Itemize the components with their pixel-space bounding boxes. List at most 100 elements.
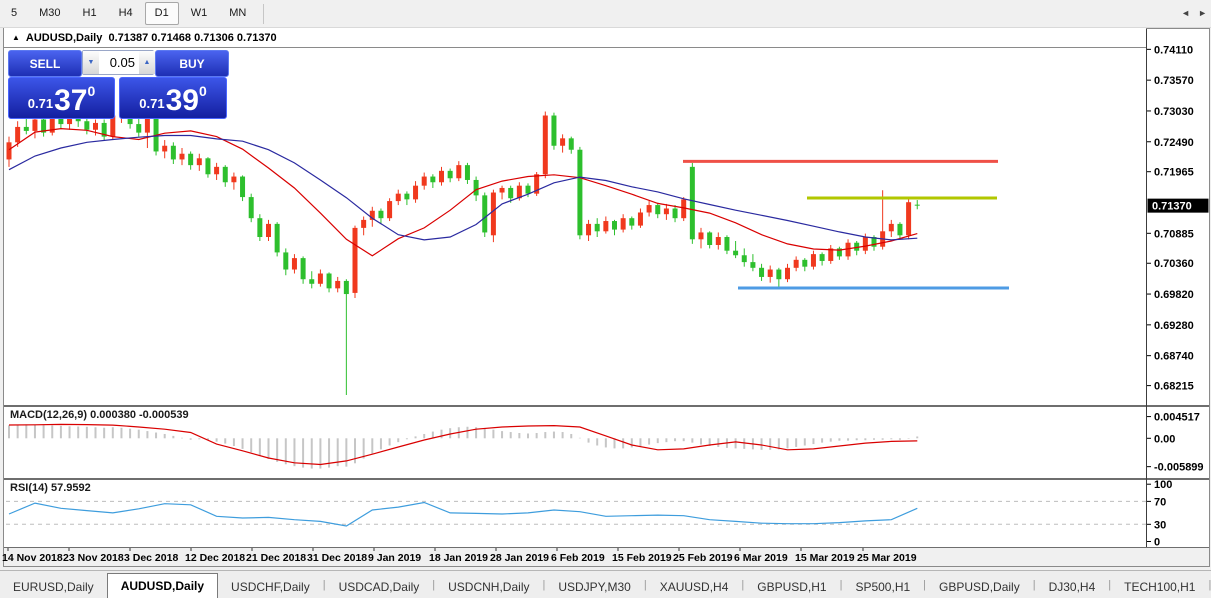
date-axis-label: 14 Nov 2018 [2, 552, 63, 564]
candle [170, 145, 176, 160]
chart-tab-xauusd-h4[interactable]: XAUUSD,H4 [647, 576, 742, 598]
chart-ohlc-values: 0.71387 0.71468 0.71306 0.71370 [108, 31, 277, 44]
candle [205, 158, 211, 175]
candle [750, 262, 756, 268]
candle [914, 204, 920, 206]
candle [395, 193, 401, 202]
sell-price-pipette: 0 [87, 83, 96, 99]
volume-stepper: ▼ ▲ [82, 50, 155, 75]
candle [291, 258, 297, 270]
timeframe-toolbar: 5 M30 H1 H4 D1 W1 MN [0, 0, 1211, 28]
candle [6, 142, 12, 160]
chart-tab-tech100-h1[interactable]: TECH100,H1 [1111, 576, 1208, 598]
candle [309, 279, 315, 284]
timeframe-button-5[interactable]: 5 [1, 2, 27, 25]
candle [361, 219, 367, 228]
chart-tab-audusd-daily[interactable]: AUDUSD,Daily [106, 573, 219, 598]
candle [326, 273, 332, 289]
tab-scroll-right-icon[interactable]: ► [1198, 8, 1207, 18]
buy-button[interactable]: BUY [155, 50, 229, 77]
chart-tab-sp500-h1[interactable]: SP500,H1 [842, 576, 923, 598]
rsi-axis-label: 70 [1154, 496, 1166, 508]
chart-title-row: ▲ AUDUSD,Daily 0.71387 0.71468 0.71306 0.… [4, 28, 1146, 48]
date-axis-label: 6 Mar 2019 [734, 552, 788, 564]
timeframe-button-M30[interactable]: M30 [29, 2, 70, 25]
candle [620, 218, 626, 230]
timeframe-button-H1[interactable]: H1 [73, 2, 107, 25]
date-axis-label: 3 Dec 2018 [124, 552, 178, 564]
timeframe-button-D1[interactable]: D1 [144, 2, 179, 25]
volume-increase-icon[interactable]: ▲ [139, 51, 155, 74]
candle [317, 273, 323, 284]
candle [214, 166, 220, 175]
price-axis-label: 0.73030 [1154, 106, 1194, 118]
chart-tab-usdcad-daily[interactable]: USDCAD,Daily [326, 576, 433, 598]
tab-scroll-left-icon[interactable]: ◄ [1181, 8, 1190, 18]
price-axis-label: 0.72490 [1154, 137, 1194, 149]
candle [23, 126, 29, 131]
timeframe-button-MN[interactable]: MN [219, 2, 256, 25]
candle [551, 115, 557, 146]
chart-tab-gbpusd-daily[interactable]: GBPUSD,Daily [926, 576, 1033, 598]
candle [352, 227, 358, 293]
chart-tab-dj30-h4[interactable]: DJ30,H4 [1036, 576, 1109, 598]
candle [715, 237, 721, 245]
rsi-axis-label: 30 [1154, 519, 1166, 531]
candle [776, 269, 782, 280]
chart-tab-eurusd-daily[interactable]: EURUSD,Daily [0, 576, 107, 598]
chart-tab-bar: EURUSD,Daily AUDUSD,Daily USDCHF,Daily | USD… [0, 570, 1211, 598]
candle [646, 205, 652, 213]
candle [283, 252, 289, 270]
timeframe-button-W1[interactable]: W1 [181, 2, 218, 25]
candle [499, 187, 505, 193]
candle [819, 254, 825, 261]
date-axis-label: 9 Jan 2019 [368, 552, 421, 564]
candle [231, 176, 237, 183]
candle [93, 122, 98, 130]
toolbar-divider [263, 3, 265, 24]
chart-tab-usdchf-daily[interactable]: USDCHF,Daily [218, 576, 323, 598]
candle [266, 223, 271, 238]
candle [888, 223, 894, 232]
macd-axis-label: -0.005899 [1154, 462, 1204, 474]
candle [906, 202, 912, 236]
price-axis-label: 0.68215 [1154, 381, 1194, 393]
candle [568, 138, 574, 150]
timeframe-button-H4[interactable]: H4 [109, 2, 143, 25]
candle [482, 195, 488, 233]
candle [862, 237, 868, 251]
chart-tab-usdcnh-daily[interactable]: USDCNH,Daily [435, 576, 542, 598]
volume-decrease-icon[interactable]: ▼ [83, 51, 99, 74]
candle [560, 138, 566, 146]
candle [439, 170, 444, 183]
candle [733, 250, 739, 256]
date-axis-label: 6 Feb 2019 [551, 552, 605, 564]
candle [188, 153, 194, 166]
collapse-icon[interactable]: ▲ [12, 33, 20, 42]
candle [759, 267, 765, 277]
date-axis-label: 15 Mar 2019 [795, 552, 855, 564]
candle [15, 126, 21, 143]
candle [456, 165, 462, 179]
date-axis-label: 28 Jan 2019 [490, 552, 549, 564]
candle [689, 166, 695, 240]
date-axis-label: 15 Feb 2019 [612, 552, 672, 564]
macd-indicator-label: MACD(12,26,9) 0.000380 -0.000539 [10, 409, 189, 421]
candle [378, 210, 384, 219]
volume-input[interactable] [99, 51, 139, 74]
candle [767, 269, 773, 277]
candle [343, 280, 349, 295]
buy-price-display[interactable]: 0.71 39 0 [119, 77, 227, 119]
candle [663, 208, 669, 215]
candle [802, 259, 808, 267]
sell-price-display[interactable]: 0.71 37 0 [8, 77, 115, 119]
date-axis-label: 25 Mar 2019 [857, 552, 917, 564]
chart-tab-usdjpy-m30[interactable]: USDJPY,M30 [545, 576, 643, 598]
candle [525, 185, 531, 194]
candle [447, 170, 453, 179]
candle [603, 221, 609, 232]
price-axis-label: 0.69820 [1154, 289, 1194, 301]
chart-tab-gbpusd-h1[interactable]: GBPUSD,H1 [744, 576, 839, 598]
candle [586, 223, 592, 236]
sell-button[interactable]: SELL [8, 50, 82, 77]
